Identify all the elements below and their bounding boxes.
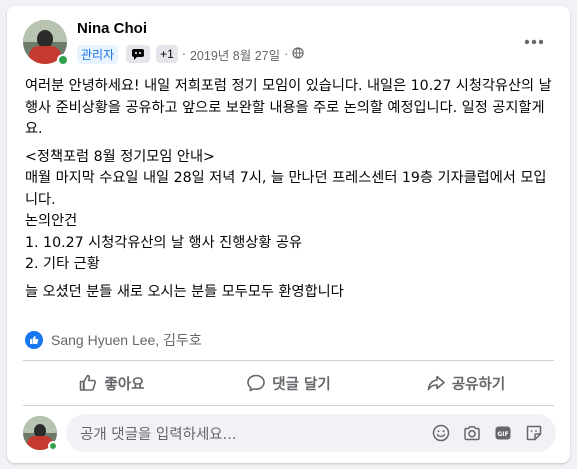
camera-icon[interactable] xyxy=(458,419,486,447)
agenda-item: 2. 기타 근황 xyxy=(25,256,100,272)
thumbs-up-icon xyxy=(80,374,97,391)
share-arrow-icon xyxy=(427,375,445,391)
reaction-names[interactable]: Sang Hyuen Lee, 김두호 xyxy=(51,330,202,350)
post-header: Nina Choi 관리자 +1 · 2019년 8월 27일 · xyxy=(21,18,556,66)
notice-block: <정책포럼 8월 정기모임 안내> 매월 마지막 수요일 내일 28일 저녁 7… xyxy=(25,147,555,276)
meta-separator-2: · xyxy=(284,47,289,61)
reactions-summary[interactable]: Sang Hyuen Lee, 김두호 xyxy=(25,329,202,351)
notice-title: <정책포럼 8월 정기모임 안내> xyxy=(25,148,215,165)
post-actions: 좋아요 댓글 달기 공유하기 xyxy=(23,365,554,401)
admin-badge[interactable]: 관리자 xyxy=(77,44,119,64)
post-closing: 늘 오셨던 분들 새로 오시는 분들 모두모두 환영합니다 xyxy=(25,283,344,300)
post-body: 여러분 안녕하세요! 내일 저희포럼 정기 모임이 있습니다. 내일은 10.2… xyxy=(25,76,555,309)
divider xyxy=(23,360,554,361)
speech-bubble-icon xyxy=(247,374,266,392)
more-options-button[interactable] xyxy=(516,24,552,60)
share-label: 공유하기 xyxy=(451,376,506,393)
globe-icon xyxy=(292,46,304,62)
post-meta: 관리자 +1 · 2019년 8월 27일 · xyxy=(77,44,304,64)
svg-text:GIF: GIF xyxy=(497,431,508,438)
like-reaction-icon xyxy=(25,331,43,349)
author-name[interactable]: Nina Choi xyxy=(77,20,147,37)
divider xyxy=(23,405,554,406)
like-button[interactable]: 좋아요 xyxy=(23,365,200,401)
like-label: 좋아요 xyxy=(104,376,145,393)
emoji-icon[interactable] xyxy=(427,419,455,447)
agenda-heading: 논의안건 xyxy=(25,213,78,229)
sticker-icon[interactable] xyxy=(520,419,548,447)
comment-composer: 공개 댓글을 입력하세요... GIF xyxy=(21,412,556,454)
more-horizontal-icon xyxy=(524,39,544,45)
comment-label: 댓글 달기 xyxy=(272,376,331,393)
post-timestamp[interactable]: 2019년 8월 27일 xyxy=(190,45,280,64)
comment-button[interactable]: 댓글 달기 xyxy=(200,365,377,401)
post-card: Nina Choi 관리자 +1 · 2019년 8월 27일 · 여러분 안녕… xyxy=(7,6,570,463)
share-button[interactable]: 공유하기 xyxy=(377,365,554,401)
comment-tools: GIF xyxy=(424,419,548,447)
gif-icon[interactable]: GIF xyxy=(489,419,517,447)
notice-schedule: 매월 마지막 수요일 내일 28일 저녁 7시, 늘 만나던 프레스센터 19층… xyxy=(25,170,547,208)
group-badge-icon[interactable] xyxy=(126,45,151,63)
agenda-item: 1. 10.27 시청각유산의 날 행사 진행상황 공유 xyxy=(25,234,302,251)
online-status-icon xyxy=(57,54,69,66)
online-status-icon xyxy=(48,441,58,451)
comment-input[interactable]: 공개 댓글을 입력하세요... GIF xyxy=(66,414,556,452)
post-intro: 여러분 안녕하세요! 내일 저희포럼 정기 모임이 있습니다. 내일은 10.2… xyxy=(25,78,552,137)
comment-placeholder[interactable]: 공개 댓글을 입력하세요... xyxy=(80,423,424,444)
meta-separator: · xyxy=(181,47,186,61)
more-badges-count[interactable]: +1 xyxy=(156,45,178,63)
